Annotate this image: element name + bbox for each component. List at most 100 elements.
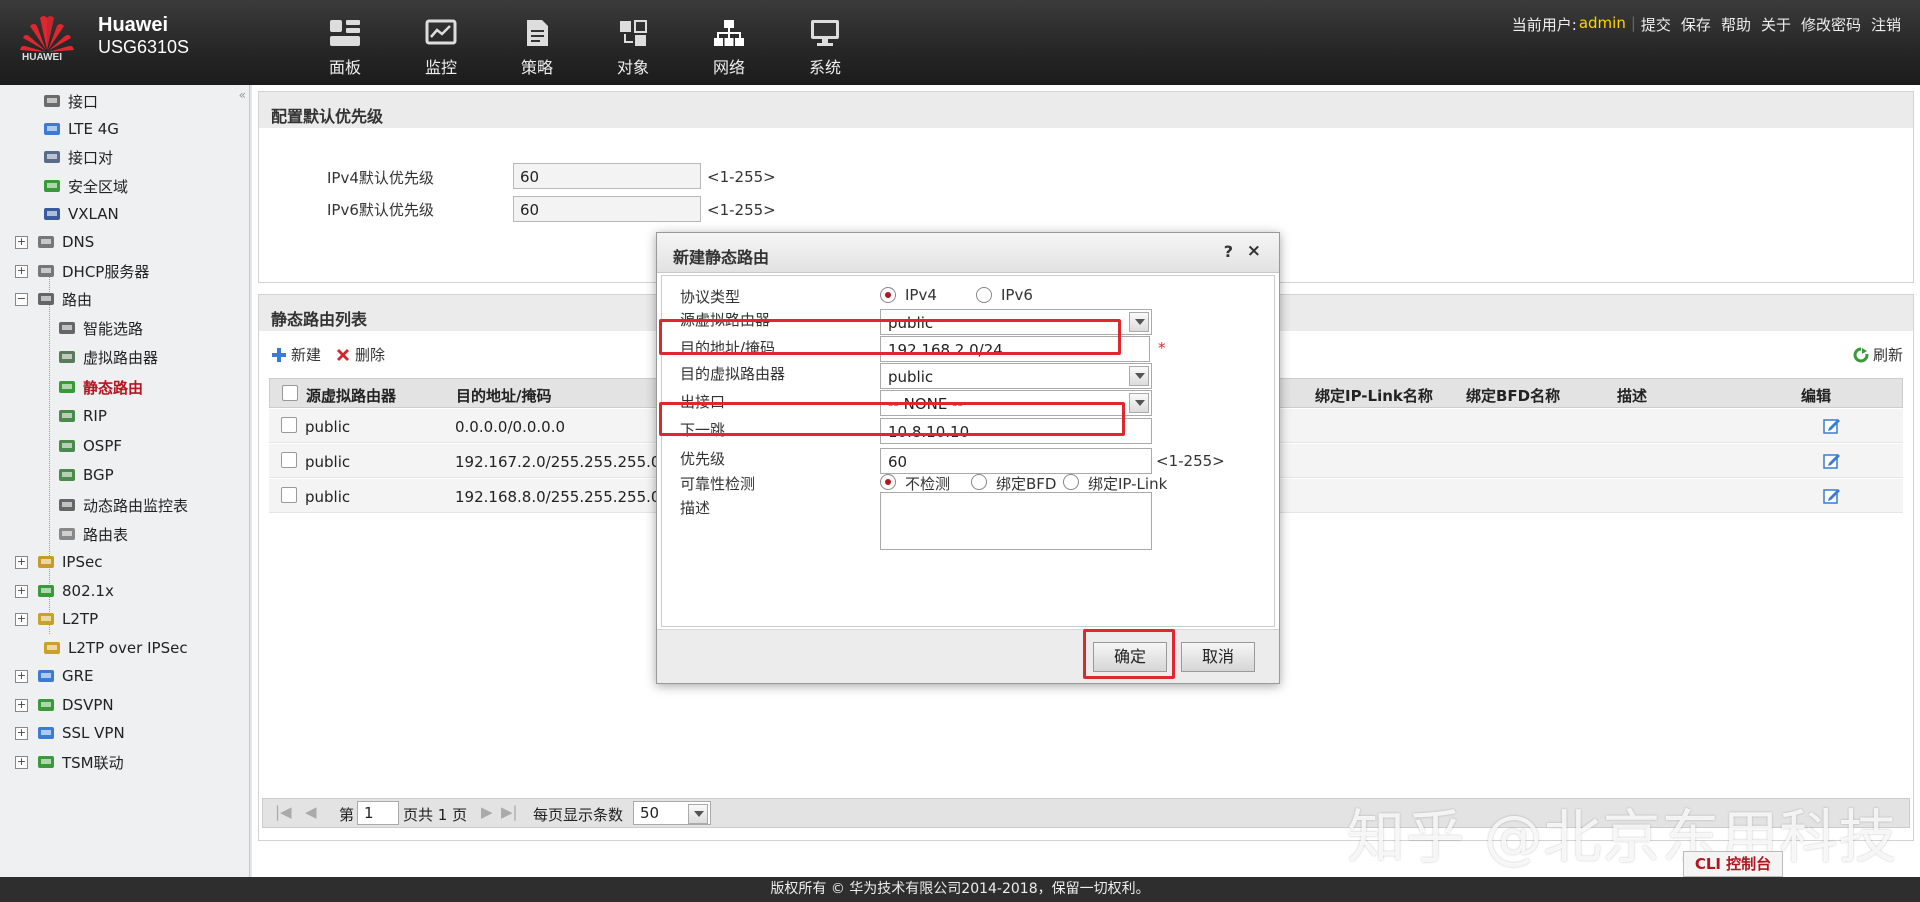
description-textarea[interactable] xyxy=(880,492,1152,550)
ipv4-priority-input[interactable]: 60 xyxy=(513,163,701,189)
expand-icon[interactable]: + xyxy=(15,726,28,740)
delete-icon xyxy=(337,348,349,361)
nav-policy[interactable]: 策略 xyxy=(489,18,585,78)
last-page-icon[interactable]: ▶| xyxy=(501,803,518,821)
sidebar-item[interactable]: BGP xyxy=(57,462,114,488)
bind-bfd-label: 绑定BFD xyxy=(996,475,1057,493)
sidebar-item[interactable]: + GRE xyxy=(15,663,94,689)
logout-link[interactable]: 注销 xyxy=(1866,14,1906,35)
nav-system[interactable]: 系统 xyxy=(777,18,873,78)
expand-icon[interactable]: + xyxy=(15,235,28,249)
collapse-icon[interactable]: − xyxy=(15,292,28,306)
sidebar-item[interactable]: LTE 4G xyxy=(42,116,119,142)
select-all-checkbox[interactable] xyxy=(282,385,298,401)
no-detect-radio[interactable] xyxy=(880,474,896,490)
cli-console-button[interactable]: CLI 控制台 xyxy=(1683,851,1783,877)
ipv6-priority-input[interactable]: 60 xyxy=(513,196,701,222)
refresh-button[interactable]: 刷新 xyxy=(1853,344,1903,365)
refresh-icon xyxy=(1853,346,1869,362)
nav-network[interactable]: 网络 xyxy=(681,18,777,78)
close-icon[interactable]: × xyxy=(1247,241,1261,261)
sidebar-item[interactable]: 动态路由监控表 xyxy=(57,492,188,518)
nav-monitor[interactable]: 监控 xyxy=(393,18,489,78)
sidebar-item[interactable]: + DHCP服务器 xyxy=(15,258,149,284)
sidebar-item-label: GRE xyxy=(62,667,94,685)
sidebar-item[interactable]: OSPF xyxy=(57,433,122,459)
ipv6-radio[interactable] xyxy=(976,287,992,303)
expand-icon[interactable]: + xyxy=(15,612,28,626)
sidebar-item[interactable]: + TSM联动 xyxy=(15,749,124,775)
per-page-select[interactable]: 50 xyxy=(633,801,711,825)
row-checkbox[interactable] xyxy=(281,487,297,503)
help-link[interactable]: 帮助 xyxy=(1716,14,1756,35)
expand-icon[interactable]: + xyxy=(15,264,28,278)
priority-hint: <1-255> xyxy=(1156,452,1225,470)
sidebar-item-label: BGP xyxy=(83,466,114,484)
expand-icon[interactable]: + xyxy=(15,755,28,769)
sidebar-item[interactable]: 接口 xyxy=(42,88,98,114)
nav-dashboard[interactable]: 面板 xyxy=(297,18,393,78)
sidebar-item[interactable]: − 路由 xyxy=(15,286,92,312)
prev-page-icon[interactable]: ◀ xyxy=(305,803,317,821)
submit-link[interactable]: 提交 xyxy=(1636,14,1676,35)
sidebar-item[interactable]: + DNS xyxy=(15,229,94,255)
sidebar-item[interactable]: L2TP over IPSec xyxy=(42,635,188,661)
about-link[interactable]: 关于 xyxy=(1756,14,1796,35)
dashboard-icon xyxy=(330,20,360,46)
edit-icon[interactable] xyxy=(1823,487,1841,504)
vxlan-icon xyxy=(42,205,62,223)
chevron-down-icon xyxy=(688,804,708,824)
refresh-label: 刷新 xyxy=(1872,346,1903,364)
delete-label: 删除 xyxy=(355,346,386,364)
sidebar-item[interactable]: 安全区域 xyxy=(42,173,128,199)
next-page-icon[interactable]: ▶ xyxy=(481,803,493,821)
sidebar-item[interactable]: + DSVPN xyxy=(15,692,114,718)
sidebar-item[interactable]: +802.1x xyxy=(15,578,114,604)
save-link[interactable]: 保存 xyxy=(1676,14,1716,35)
sidebar-item[interactable]: 路由表 xyxy=(57,521,128,547)
sidebar-item[interactable]: 接口对 xyxy=(42,144,113,170)
page-input[interactable]: 1 xyxy=(357,801,399,825)
new-button[interactable]: 新建 xyxy=(271,344,321,365)
bind-bfd-radio[interactable] xyxy=(971,474,987,490)
nav-label: 网络 xyxy=(712,58,745,77)
ipv4-radio[interactable] xyxy=(880,287,896,303)
sidebar-item[interactable]: 静态路由 xyxy=(57,374,143,400)
collapse-sidebar-icon[interactable]: « xyxy=(239,88,246,102)
help-icon[interactable]: ? xyxy=(1224,242,1233,261)
column-header: 目的地址/掩码 xyxy=(456,387,552,405)
delete-button[interactable]: 删除 xyxy=(335,344,385,365)
expand-icon[interactable]: + xyxy=(15,584,28,598)
expand-icon[interactable]: + xyxy=(15,555,28,569)
edit-icon[interactable] xyxy=(1823,417,1841,434)
expand-icon[interactable]: + xyxy=(15,698,28,712)
sidebar-item-label: 802.1x xyxy=(62,582,114,600)
sidebar-item[interactable]: + L2TP xyxy=(15,606,98,632)
sidebar-item[interactable]: 虚拟路由器 xyxy=(57,344,158,370)
cancel-button[interactable]: 取消 xyxy=(1181,642,1255,672)
sidebar-item[interactable]: RIP xyxy=(57,403,107,429)
sidebar-item[interactable]: 智能选路 xyxy=(57,315,143,341)
page-prefix: 第 xyxy=(339,806,355,824)
edit-icon[interactable] xyxy=(1823,452,1841,469)
dest-vrouter-select[interactable]: public xyxy=(880,363,1152,389)
dot1x-icon xyxy=(36,582,56,600)
dhcp-icon xyxy=(36,262,56,280)
highlight-destination xyxy=(659,319,1121,355)
sidebar-item[interactable]: + SSL VPN xyxy=(15,720,125,746)
sidebar-item[interactable]: + IPSec xyxy=(15,549,102,575)
first-page-icon[interactable]: |◀ xyxy=(275,803,292,821)
row-checkbox[interactable] xyxy=(281,417,297,433)
priority-input[interactable]: 60 xyxy=(880,448,1152,474)
ipv4-label: IPv4 xyxy=(905,286,937,304)
panel-title: 配置默认优先级 xyxy=(259,92,1913,128)
row-checkbox[interactable] xyxy=(281,452,297,468)
nav-object[interactable]: 对象 xyxy=(585,18,681,78)
sidebar-item-label: 安全区域 xyxy=(68,177,129,196)
change-password-link[interactable]: 修改密码 xyxy=(1796,14,1866,35)
expand-icon[interactable]: + xyxy=(15,669,28,683)
sidebar-item[interactable]: VXLAN xyxy=(42,201,119,227)
l2tp-icon xyxy=(36,610,56,628)
bind-ip-link-radio[interactable] xyxy=(1063,474,1079,490)
sslvpn-icon xyxy=(36,724,56,742)
